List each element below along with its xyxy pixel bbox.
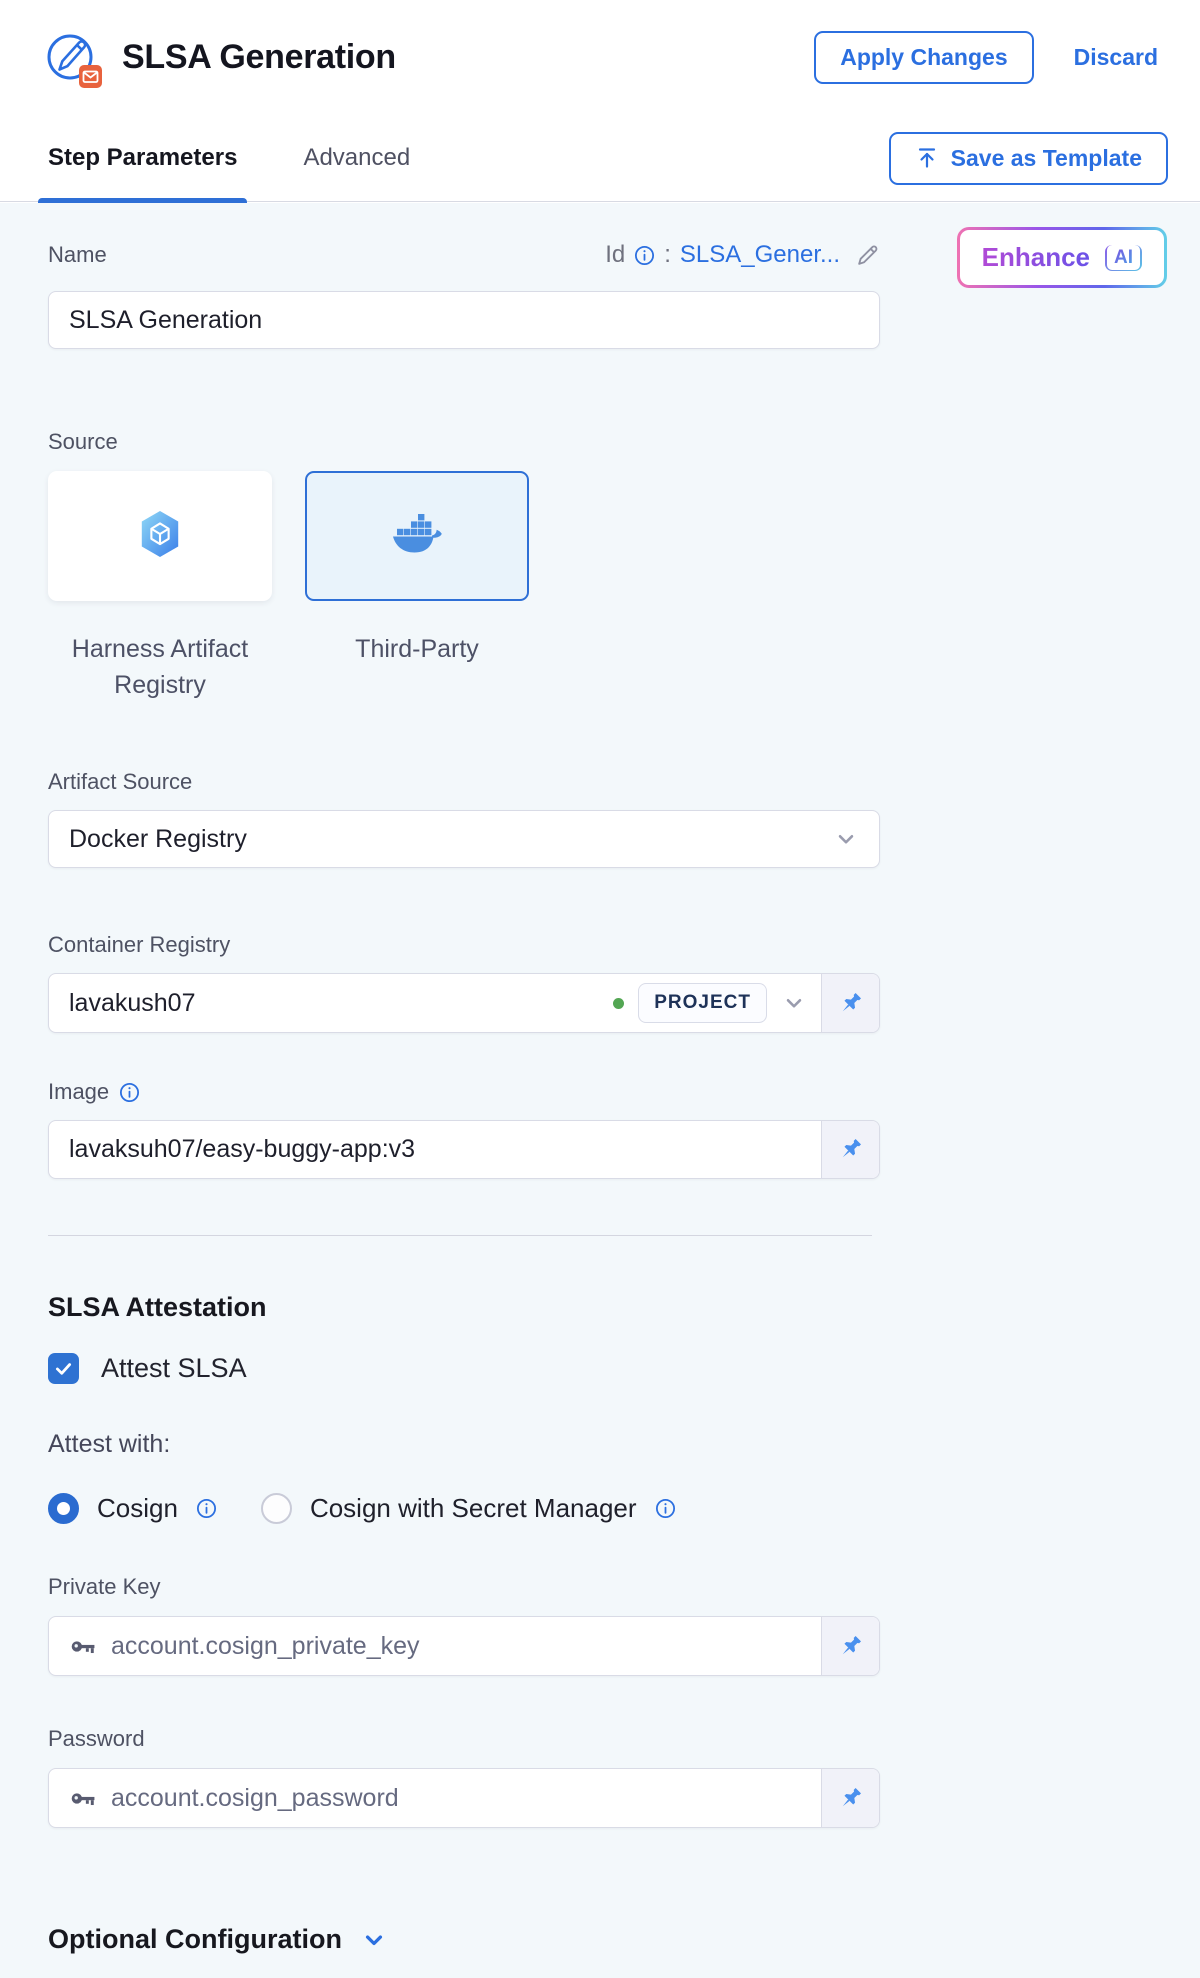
optional-configuration-label: Optional Configuration	[48, 1924, 342, 1955]
upload-icon	[915, 146, 939, 170]
image-field	[48, 1120, 880, 1179]
source-label: Source	[48, 429, 1200, 455]
key-icon	[69, 1785, 96, 1812]
id-label: Id	[605, 241, 625, 269]
edit-id-pencil-icon[interactable]	[855, 243, 880, 268]
pin-runtime-input-button[interactable]	[821, 1617, 879, 1675]
key-icon	[69, 1633, 96, 1660]
discard-button[interactable]: Discard	[1074, 44, 1158, 71]
docker-whale-icon	[391, 513, 443, 560]
radio-option-cosign: Cosign	[48, 1493, 217, 1524]
slsa-attestation-heading: SLSA Attestation	[48, 1292, 1200, 1323]
chevron-down-icon	[833, 826, 859, 852]
image-label: Image	[48, 1079, 109, 1105]
enhance-ai-button[interactable]: Enhance AI	[957, 227, 1167, 288]
source-card-harness-artifact-registry[interactable]	[48, 471, 272, 601]
pin-runtime-input-button[interactable]	[821, 974, 879, 1032]
image-input[interactable]	[69, 1135, 807, 1164]
step-config-panel: SLSA Generation Apply Changes Discard St…	[0, 0, 1200, 1978]
private-key-label: Private Key	[48, 1574, 1200, 1600]
password-field: account.cosign_password	[48, 1768, 880, 1828]
chevron-down-icon	[360, 1926, 388, 1954]
source-caption-third-party: Third-Party	[305, 631, 529, 703]
cosign-secret-manager-info-icon[interactable]	[655, 1498, 676, 1519]
cosign-radio-label: Cosign	[97, 1493, 178, 1524]
cosign-info-icon[interactable]	[196, 1498, 217, 1519]
section-divider	[48, 1235, 872, 1236]
scope-badge[interactable]: PROJECT	[638, 983, 767, 1023]
source-cards	[48, 471, 1200, 601]
apply-changes-button[interactable]: Apply Changes	[814, 31, 1033, 84]
connector-status-dot	[613, 998, 624, 1009]
attest-slsa-label: Attest SLSA	[101, 1353, 247, 1384]
artifact-source-label: Artifact Source	[48, 769, 1200, 795]
page-title: SLSA Generation	[122, 38, 396, 77]
name-id-row: Name Id : SLSA_Gener...	[48, 235, 880, 275]
step-edit-icon	[42, 26, 106, 90]
step-parameters-form: Enhance AI Name Id : SLSA_Gener...	[0, 203, 1200, 1978]
tab-bar: Step Parameters Advanced Save as Templat…	[0, 115, 1200, 202]
source-card-captions: Harness Artifact Registry Third-Party	[48, 631, 1200, 703]
private-key-secret-select[interactable]: account.cosign_private_key	[49, 1617, 821, 1675]
name-input[interactable]	[69, 306, 859, 335]
optional-configuration-toggle[interactable]: Optional Configuration	[48, 1924, 1200, 1955]
image-label-row: Image	[48, 1079, 1200, 1105]
id-info-icon[interactable]	[634, 245, 655, 266]
cosign-secret-manager-radio[interactable]	[261, 1493, 292, 1524]
container-registry-label: Container Registry	[48, 932, 1200, 958]
tab-step-parameters[interactable]: Step Parameters	[38, 115, 247, 202]
pin-runtime-input-button[interactable]	[821, 1769, 879, 1827]
id-separator: :	[664, 241, 671, 269]
attest-with-radio-group: Cosign Cosign with Secret Manager	[48, 1493, 1200, 1524]
attest-slsa-row[interactable]: Attest SLSA	[48, 1353, 1200, 1384]
tab-advanced[interactable]: Advanced	[293, 115, 420, 202]
name-label: Name	[48, 242, 107, 268]
save-as-template-button[interactable]: Save as Template	[889, 132, 1168, 185]
harness-artifact-registry-icon	[137, 509, 183, 564]
cosign-secret-manager-radio-label: Cosign with Secret Manager	[310, 1493, 637, 1524]
password-label: Password	[48, 1726, 1200, 1752]
private-key-secret-value: account.cosign_private_key	[111, 1632, 420, 1661]
artifact-source-select[interactable]: Docker Registry	[48, 810, 880, 868]
attest-with-label: Attest with:	[48, 1430, 1200, 1459]
name-input-wrap	[48, 291, 880, 349]
attest-slsa-checkbox[interactable]	[48, 1353, 79, 1384]
step-id-group: Id : SLSA_Gener...	[605, 241, 880, 269]
cosign-radio[interactable]	[48, 1493, 79, 1524]
password-secret-select[interactable]: account.cosign_password	[49, 1769, 821, 1827]
password-secret-value: account.cosign_password	[111, 1784, 399, 1813]
source-caption-har: Harness Artifact Registry	[48, 631, 272, 703]
container-registry-field: PROJECT	[48, 973, 880, 1033]
container-registry-input[interactable]	[69, 989, 613, 1018]
private-key-field: account.cosign_private_key	[48, 1616, 880, 1676]
ai-badge: AI	[1105, 245, 1142, 271]
radio-option-cosign-secret-manager: Cosign with Secret Manager	[261, 1493, 676, 1524]
source-card-third-party[interactable]	[305, 471, 529, 601]
artifact-source-value: Docker Registry	[69, 825, 247, 854]
image-info-icon[interactable]	[119, 1082, 140, 1103]
panel-header: SLSA Generation Apply Changes Discard	[0, 0, 1200, 115]
chevron-down-icon[interactable]	[781, 990, 807, 1016]
pin-runtime-input-button[interactable]	[821, 1121, 879, 1178]
step-id-value[interactable]: SLSA_Gener...	[680, 241, 840, 269]
